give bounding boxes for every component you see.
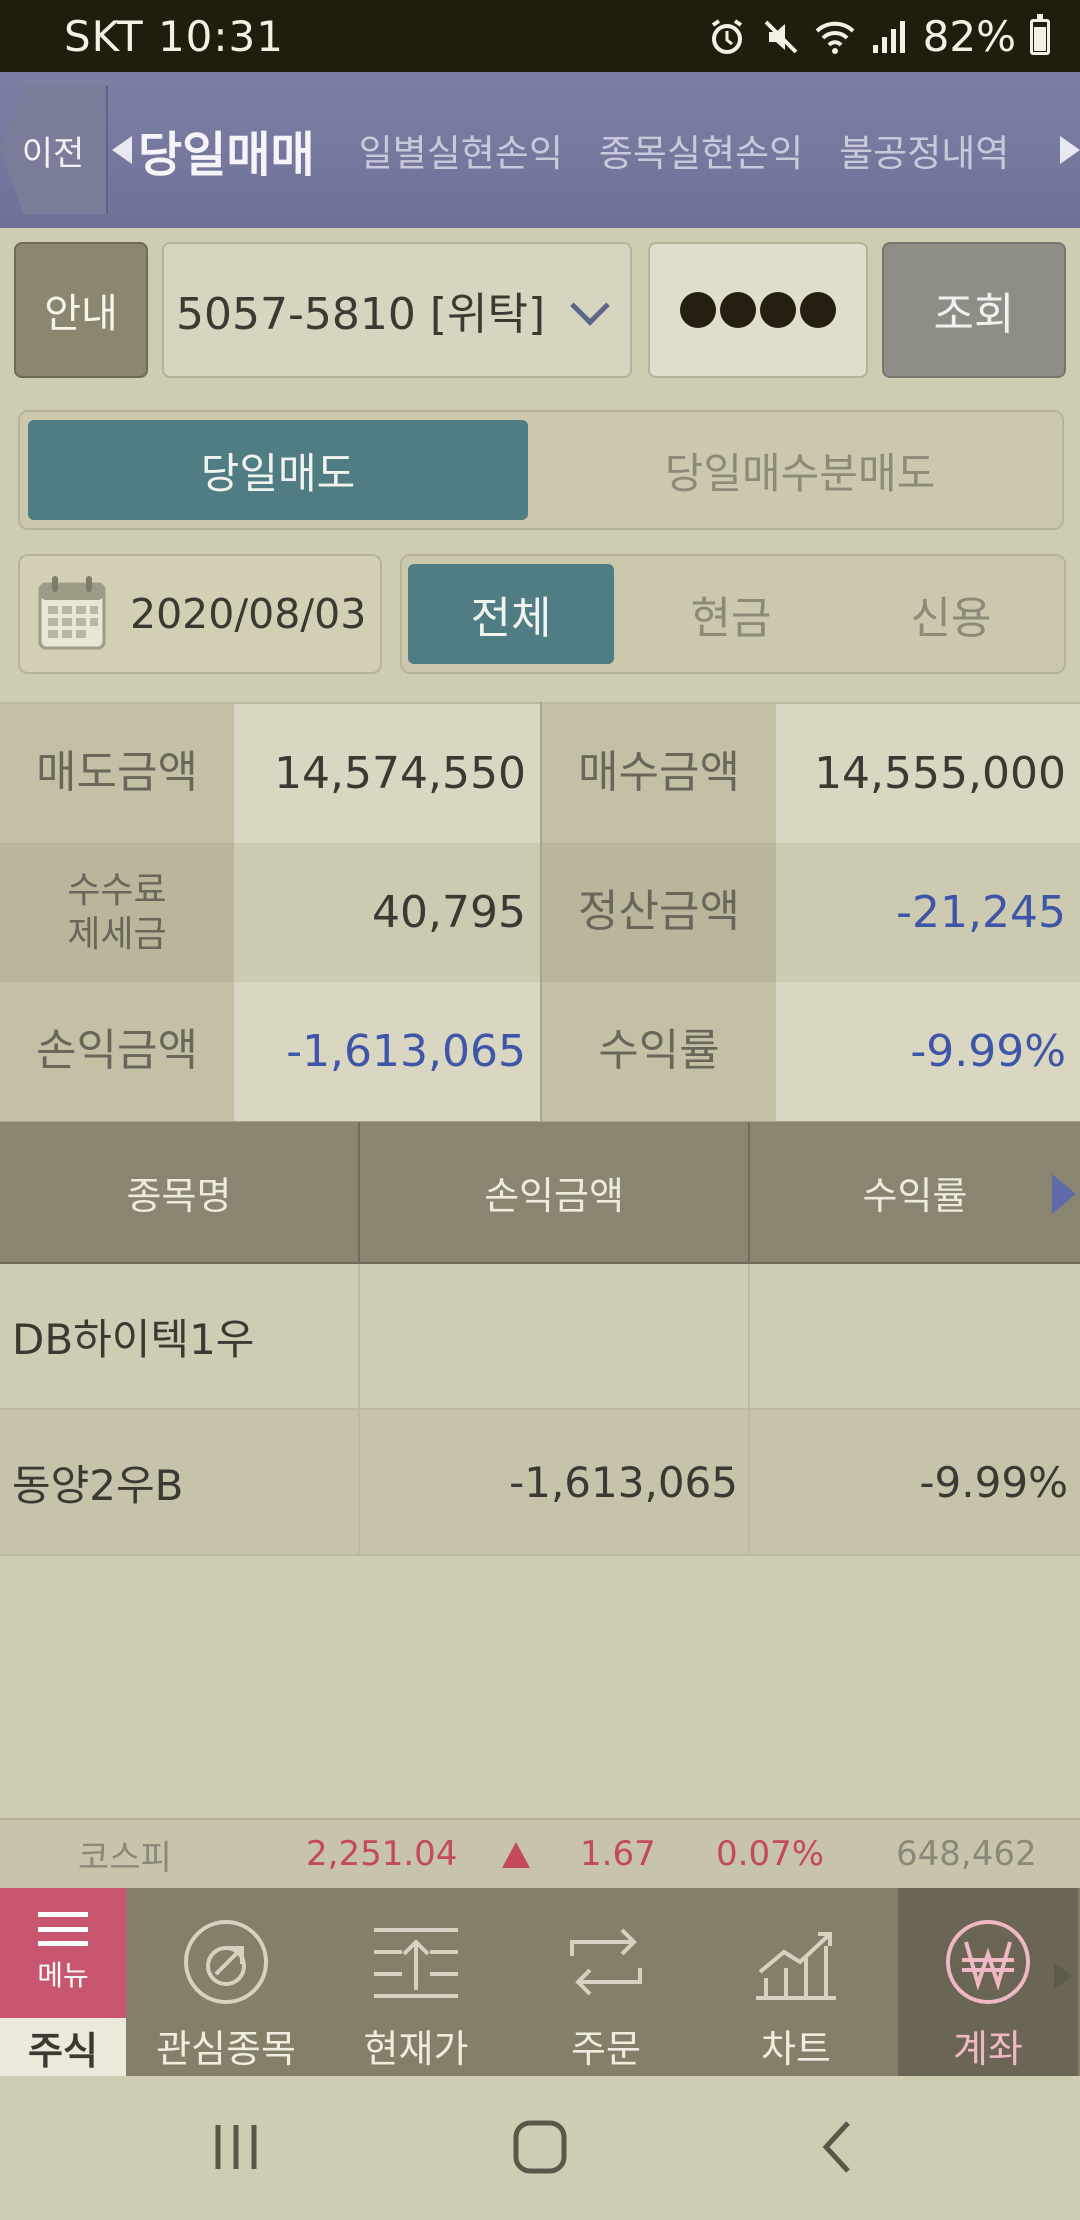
row-stock-name: 동양2우B xyxy=(12,1460,184,1510)
password-field[interactable] xyxy=(648,242,868,378)
tab-stock-realized-pl[interactable]: 종목실현손익 xyxy=(599,123,803,177)
row-pl-amount: -1,613,065 xyxy=(509,1457,738,1507)
order-icon xyxy=(570,1928,642,1996)
tax-label: 제세금 xyxy=(67,913,167,955)
index-value: 2,251.04 xyxy=(306,1834,458,1874)
back-nav-icon[interactable] xyxy=(800,2112,880,2182)
menu-button[interactable]: 메뉴 주식 xyxy=(0,1888,126,2076)
tab-daily-realized-pl[interactable]: 일별실현손익 xyxy=(359,123,563,177)
nav-account[interactable]: 계좌 xyxy=(898,1888,1078,2076)
menu-label: 메뉴 xyxy=(37,1959,89,1992)
row-pl-amount xyxy=(360,1264,738,1408)
nav-order[interactable]: 주문 xyxy=(516,1888,696,2076)
table-row[interactable]: 동양2우B -1,613,065 -9.99% xyxy=(0,1410,1080,1556)
segment-sell-today[interactable]: 당일매도 xyxy=(28,420,528,520)
filter-all[interactable]: 전체 xyxy=(408,564,614,664)
chart-icon xyxy=(756,1932,836,2000)
buy-amount-value: 14,555,000 xyxy=(776,704,1080,843)
bottom-navigation: 메뉴 주식 관심종목 현재가 주문 차트 계좌 xyxy=(0,1888,1080,2076)
alarm-icon xyxy=(711,18,742,54)
sell-amount-value: 14,574,550 xyxy=(234,704,540,843)
col-pl-amount[interactable]: 손익금액 xyxy=(360,1122,748,1262)
trade-type-segment: 당일매도 당일매수분매도 xyxy=(18,410,1064,530)
index-name: 코스피 xyxy=(78,1837,172,1878)
recent-apps-icon[interactable] xyxy=(196,2112,276,2182)
nav-chart[interactable]: 차트 xyxy=(706,1888,886,2076)
table-row[interactable]: DB하이텍1우 xyxy=(0,1264,1080,1410)
carrier-time: SKT 10:31 xyxy=(64,12,284,61)
fee-tax-value: 40,795 xyxy=(234,843,540,982)
nav-scroll-right-icon[interactable] xyxy=(1054,1962,1072,1990)
chevron-down-icon xyxy=(570,286,610,326)
nav-chart-label: 차트 xyxy=(761,2027,831,2071)
buy-amount-label: 매수금액 xyxy=(542,704,776,843)
index-volume: 648,462 xyxy=(896,1834,1037,1874)
index-change-percent: 0.07% xyxy=(716,1834,825,1874)
signal-icon xyxy=(872,20,905,53)
return-rate-label: 수익률 xyxy=(542,982,776,1121)
credit-filter-segment: 전체 현금 신용 xyxy=(400,554,1066,674)
tab-unfair-history[interactable]: 불공정내역 xyxy=(839,123,1009,177)
won-icon xyxy=(946,1920,1030,2004)
pl-amount-label: 손익금액 xyxy=(0,982,234,1121)
filter-cash[interactable]: 현금 xyxy=(628,564,834,664)
index-change: 1.67 xyxy=(580,1834,656,1874)
tab-daily-trade[interactable]: 당일매매 xyxy=(138,115,315,185)
menu-tile: 메뉴 xyxy=(0,1888,126,2018)
calendar-icon xyxy=(38,576,106,650)
nav-order-label: 주문 xyxy=(571,2027,641,2071)
current-price-icon xyxy=(374,1928,458,1998)
pl-amount-value: -1,613,065 xyxy=(234,982,540,1121)
password-dot xyxy=(720,292,756,328)
battery-percent: 82% xyxy=(922,12,1016,61)
settle-amount-label: 정산금액 xyxy=(542,843,776,982)
system-navigation-bar xyxy=(0,2076,1080,2220)
nav-current-price[interactable]: 현재가 xyxy=(326,1888,506,2076)
selected-date: 2020/08/03 xyxy=(130,590,367,638)
row-return-rate: -9.99% xyxy=(919,1457,1068,1507)
account-number: 5057-5810 [위탁] xyxy=(176,289,546,340)
sell-amount-label: 매도금액 xyxy=(0,704,234,843)
nav-current-price-label: 현재가 xyxy=(363,2027,469,2071)
header-tabs: 당일매매 일별실현손익 종목실현손익 불공정내역 xyxy=(108,72,1080,228)
fee-tax-label: 수수료 제세금 xyxy=(0,843,234,982)
scroll-right-icon[interactable] xyxy=(1052,1174,1076,1214)
index-ticker[interactable]: 코스피 2,251.04 1.67 0.07% 648,462 xyxy=(0,1818,1080,1888)
query-button[interactable]: 조회 xyxy=(882,242,1066,378)
col-stock-name[interactable]: 종목명 xyxy=(0,1122,358,1262)
mute-icon xyxy=(764,20,798,53)
tabs-scroll-left-icon[interactable] xyxy=(112,136,132,164)
tabs-scroll-right-icon[interactable] xyxy=(1060,136,1080,164)
password-dot xyxy=(680,292,716,328)
hamburger-icon xyxy=(38,1912,88,1946)
col-return-rate[interactable]: 수익률 xyxy=(750,1122,1080,1262)
summary-divider xyxy=(540,702,542,1122)
password-dot xyxy=(760,292,796,328)
return-rate-value: -9.99% xyxy=(776,982,1080,1121)
nav-watchlist-label: 관심종목 xyxy=(156,2027,296,2071)
fee-label: 수수료 xyxy=(67,870,167,912)
status-bar: SKT 10:31 82% xyxy=(0,0,1080,72)
wifi-icon xyxy=(815,21,855,54)
home-icon[interactable] xyxy=(500,2112,580,2182)
segment-buy-today-sell[interactable]: 당일매수분매도 xyxy=(540,420,1060,520)
filter-credit[interactable]: 신용 xyxy=(848,564,1054,664)
password-dot xyxy=(800,292,836,328)
row-stock-name: DB하이텍1우 xyxy=(12,1314,255,1364)
guide-button[interactable]: 안내 xyxy=(14,242,148,378)
row-return-rate xyxy=(750,1264,1068,1408)
nav-watchlist[interactable]: 관심종목 xyxy=(136,1888,316,2076)
up-arrow-icon xyxy=(502,1842,530,1868)
watchlist-icon xyxy=(184,1920,268,2004)
table-header: 종목명 손익금액 수익률 xyxy=(0,1122,1080,1264)
status-icons: 82% xyxy=(707,12,1050,61)
settle-amount-value: -21,245 xyxy=(776,843,1080,982)
battery-icon xyxy=(1030,13,1050,55)
nav-account-label: 계좌 xyxy=(953,2027,1023,2071)
stock-category-label[interactable]: 주식 xyxy=(0,2018,126,2076)
account-select[interactable]: 5057-5810 [위탁] xyxy=(162,242,632,378)
date-picker[interactable]: 2020/08/03 xyxy=(18,554,382,674)
